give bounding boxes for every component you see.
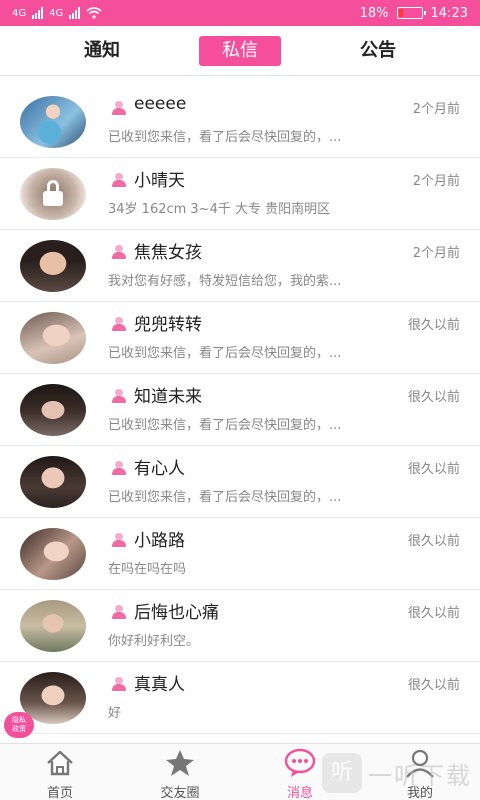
message-list: eeeee 2个月前 已收到您来信，看了后会尽快回复的，... 小晴天 2个月前… — [0, 86, 480, 734]
message-preview: 在吗在吗在吗 — [108, 562, 187, 577]
avatar[interactable] — [20, 168, 86, 220]
star-icon — [166, 750, 194, 776]
privacy-line-1: 隐私 — [12, 716, 26, 724]
user-icon — [111, 317, 127, 331]
sender-name: 焦焦女孩 — [134, 243, 202, 263]
message-time: 很久以前 — [407, 678, 460, 693]
privacy-line-2: 政策 — [12, 725, 26, 733]
home-icon — [47, 750, 73, 776]
sender-name: 知道未来 — [134, 387, 202, 407]
message-time: 很久以前 — [407, 462, 460, 477]
user-icon — [111, 101, 127, 115]
tab-announcements[interactable]: 公告 — [346, 36, 410, 66]
message-preview: 已收到您来信，看了后会尽快回复的，... — [108, 130, 342, 145]
avatar[interactable] — [20, 528, 86, 580]
avatar[interactable] — [20, 600, 86, 652]
message-time: 很久以前 — [407, 390, 460, 405]
message-preview: 已收到您来信，看了后会尽快回复的，... — [108, 418, 342, 433]
user-icon — [111, 533, 127, 547]
chat-icon — [284, 748, 316, 777]
tab-notifications[interactable]: 通知 — [70, 36, 134, 66]
nav-social-circle[interactable]: 交友圈 — [140, 748, 220, 800]
signal-2-icon — [69, 7, 81, 19]
message-row[interactable]: 小晴天 2个月前 34岁 162cm 3~4千 大专 贵阳南明区 — [0, 158, 480, 230]
message-row[interactable]: 真真人 很久以前 好 — [0, 662, 480, 734]
user-icon — [111, 605, 127, 619]
message-preview: 已收到您来信，看了后会尽快回复的，... — [108, 490, 342, 505]
message-row[interactable]: 小路路 很久以前 在吗在吗在吗 — [0, 518, 480, 590]
message-time: 很久以前 — [407, 318, 460, 333]
avatar[interactable] — [20, 240, 86, 292]
status-bar: 4G 4G 18% 14:23 — [0, 0, 480, 26]
sender-name: 后悔也心痛 — [134, 603, 219, 623]
signal-1-icon — [32, 7, 44, 19]
sender-name: eeeee — [134, 94, 187, 114]
sender-name: 兜兜转转 — [134, 315, 202, 335]
nav-social-circle-label: 交友圈 — [160, 786, 200, 800]
user-icon — [111, 389, 127, 403]
nav-home[interactable]: 首页 — [20, 748, 100, 800]
battery-icon — [396, 7, 426, 19]
message-preview: 已收到您来信，看了后会尽快回复的，... — [108, 346, 342, 361]
message-time: 2个月前 — [412, 174, 460, 189]
avatar[interactable] — [20, 384, 86, 436]
watermark: 听 一听下载 — [322, 748, 472, 798]
message-preview: 好 — [108, 706, 122, 721]
sender-name: 小晴天 — [134, 171, 185, 191]
message-row[interactable]: 焦焦女孩 2个月前 我对您有好感，特发短信给您，我的紫... — [0, 230, 480, 302]
privacy-policy-button[interactable]: 隐私 政策 — [4, 712, 34, 738]
avatar[interactable] — [20, 456, 86, 508]
message-time: 2个月前 — [412, 246, 460, 261]
signal-1-label: 4G — [12, 7, 27, 19]
battery-percent: 18% — [359, 5, 389, 21]
message-time: 很久以前 — [407, 606, 460, 621]
tab-bar: 通知 私信 公告 — [0, 26, 480, 76]
message-time: 很久以前 — [407, 534, 460, 549]
message-row[interactable]: 知道未来 很久以前 已收到您来信，看了后会尽快回复的，... — [0, 374, 480, 446]
sender-name: 小路路 — [134, 531, 185, 551]
message-preview: 你好利好利空。 — [108, 634, 200, 649]
lock-icon — [43, 179, 63, 206]
signal-indicators: 4G 4G — [12, 7, 102, 19]
user-icon — [111, 173, 127, 187]
clock: 14:23 — [430, 5, 468, 21]
user-icon — [111, 245, 127, 259]
signal-2-label: 4G — [49, 7, 64, 19]
message-time: 2个月前 — [412, 102, 460, 117]
message-row[interactable]: 兜兜转转 很久以前 已收到您来信，看了后会尽快回复的，... — [0, 302, 480, 374]
message-preview: 我对您有好感，特发短信给您，我的紫... — [108, 274, 342, 289]
tab-private-messages[interactable]: 私信 — [199, 36, 281, 66]
user-icon — [111, 677, 127, 691]
user-icon — [111, 461, 127, 475]
sender-name: 真真人 — [134, 675, 185, 695]
wifi-icon — [86, 7, 102, 19]
watermark-logo: 听 — [322, 753, 362, 793]
avatar[interactable] — [20, 312, 86, 364]
message-preview: 34岁 162cm 3~4千 大专 贵阳南明区 — [108, 202, 331, 217]
message-row[interactable]: 后悔也心痛 很久以前 你好利好利空。 — [0, 590, 480, 662]
avatar[interactable] — [20, 96, 86, 148]
nav-home-label: 首页 — [46, 786, 73, 800]
message-row[interactable]: 有心人 很久以前 已收到您来信，看了后会尽快回复的，... — [0, 446, 480, 518]
message-row[interactable]: eeeee 2个月前 已收到您来信，看了后会尽快回复的，... — [0, 86, 480, 158]
sender-name: 有心人 — [134, 459, 185, 479]
watermark-text: 一听下载 — [368, 761, 472, 790]
